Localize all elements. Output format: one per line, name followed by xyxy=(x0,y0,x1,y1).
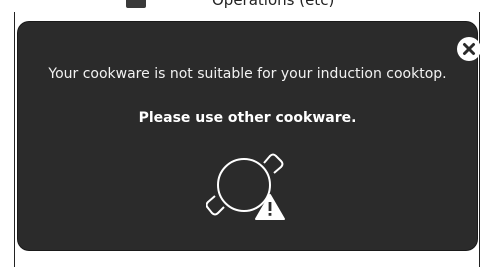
page-header-strip: Operations (etc) xyxy=(0,0,480,12)
close-button[interactable] xyxy=(457,37,480,61)
pan-warning-icon xyxy=(206,153,285,220)
warning-message: Your cookware is not suitable for your i… xyxy=(48,66,447,82)
document-icon xyxy=(126,0,146,8)
frame-left-border xyxy=(14,12,15,267)
cookware-warning-dialog: Your cookware is not suitable for your i… xyxy=(18,22,480,250)
instruction-text: Please use other cookware. xyxy=(138,110,357,126)
close-icon xyxy=(463,43,475,55)
header-snippet: Operations (etc) xyxy=(212,0,335,9)
screen: Operations (etc) Your cookware is not su… xyxy=(0,0,480,267)
